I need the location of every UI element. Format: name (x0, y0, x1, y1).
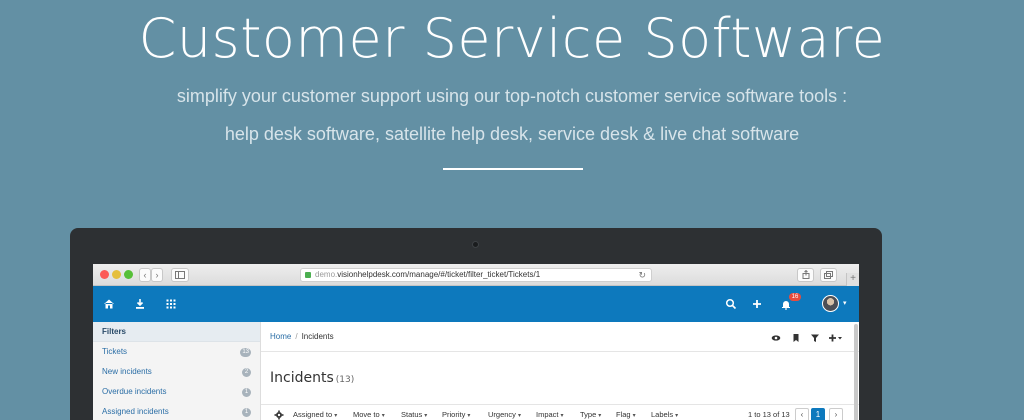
window-close-button[interactable] (100, 270, 109, 279)
pager-page-button[interactable]: 1 (811, 408, 825, 420)
plus-icon[interactable] (750, 297, 764, 311)
hero-title: Customer Service Software (138, 7, 886, 70)
filter-move-to[interactable]: Move to ▾ (353, 405, 385, 420)
laptop-camera (472, 241, 479, 248)
filter-urgency[interactable]: Urgency ▾ (488, 405, 521, 420)
home-icon[interactable] (102, 297, 116, 311)
reload-icon[interactable]: ↻ (638, 269, 646, 281)
browser-toolbar: ‹ › demo.visionhelpdesk.com/manage/#/tic… (93, 264, 859, 286)
add-dropdown-icon[interactable] (828, 333, 842, 343)
filter-type[interactable]: Type ▾ (580, 405, 601, 420)
filters-sidebar: Filters Tickets 13 New incidents 2 Overd… (93, 322, 261, 420)
page-title: Incidents (13) (270, 370, 354, 386)
chevron-down-icon[interactable]: ▾ (843, 299, 847, 307)
window-minimize-button[interactable] (112, 270, 121, 279)
share-icon[interactable] (797, 268, 814, 282)
apps-grid-icon[interactable] (164, 297, 178, 311)
sidebar-item-count: 13 (240, 348, 251, 357)
hero-subtitle-line1: simplify your customer support using our… (176, 86, 848, 106)
sidebar-item-count: 1 (242, 388, 251, 397)
hero-divider (443, 168, 583, 170)
notification-badge: 16 (789, 293, 801, 301)
sidebar-item-tickets[interactable]: Tickets 13 (93, 342, 260, 362)
lock-icon (305, 272, 311, 278)
sidebar-item-count: 2 (242, 368, 251, 377)
breadcrumb: Home / Incidents (261, 322, 859, 352)
pager-next-button[interactable]: › (829, 408, 843, 420)
filter-impact[interactable]: Impact ▾ (536, 405, 564, 420)
sidebar-item-label: Tickets (102, 347, 128, 356)
browser-back-button[interactable]: ‹ (139, 268, 151, 282)
filter-labels[interactable]: Labels ▾ (651, 405, 678, 420)
laptop-screen: ‹ › demo.visionhelpdesk.com/manage/#/tic… (93, 264, 859, 420)
sidebar-item-new-incidents[interactable]: New incidents 2 (93, 362, 260, 382)
hero-subtitle-line2: help desk software, satellite help desk,… (224, 124, 800, 144)
main-content: Home / Incidents Incidents (13) Assigned to… (261, 322, 859, 420)
url-path: visionhelpdesk.com/manage/#/ticket/filte… (337, 270, 541, 279)
sidebar-item-label: Overdue incidents (102, 387, 167, 396)
filter-priority[interactable]: Priority ▾ (442, 405, 470, 420)
breadcrumb-separator: / (295, 332, 298, 341)
pager-text: 1 to 13 of 13 (748, 410, 790, 419)
page-title-count: (13) (335, 375, 355, 385)
eye-icon[interactable] (771, 333, 781, 343)
breadcrumb-current: Incidents (301, 332, 334, 341)
app-header: 16 ▾ (93, 286, 859, 322)
sidebar-item-count: 1 (242, 408, 251, 417)
page-title-text: Incidents (270, 370, 334, 386)
new-tab-button[interactable]: + (846, 273, 859, 286)
sidebar-item-label: New incidents (102, 367, 152, 376)
scrollbar[interactable] (854, 324, 858, 420)
breadcrumb-home-link[interactable]: Home (270, 332, 291, 341)
search-icon[interactable] (724, 297, 738, 311)
filter-flag[interactable]: Flag ▾ (616, 405, 636, 420)
tabs-overview-icon[interactable] (820, 268, 837, 282)
sidebar-title: Filters (93, 322, 260, 342)
filter-icon[interactable] (810, 333, 820, 343)
filter-assigned-to[interactable]: Assigned to ▾ (293, 405, 337, 420)
avatar[interactable] (822, 295, 839, 312)
url-host: demo. (315, 270, 338, 279)
window-zoom-button[interactable] (124, 270, 133, 279)
sidebar-item-label: Assigned incidents (102, 407, 169, 416)
sidebar-toggle-icon[interactable] (171, 268, 189, 282)
gear-icon[interactable] (274, 410, 284, 420)
pager-prev-button[interactable]: ‹ (795, 408, 809, 420)
sidebar-item-overdue-incidents[interactable]: Overdue incidents 1 (93, 382, 260, 402)
filter-status[interactable]: Status ▾ (401, 405, 427, 420)
browser-forward-button[interactable]: › (151, 268, 163, 282)
download-icon[interactable] (133, 297, 147, 311)
address-bar[interactable]: demo.visionhelpdesk.com/manage/#/ticket/… (300, 268, 652, 282)
filter-toolbar: Assigned to ▾ Move to ▾ Status ▾ Priority ▾ … (261, 404, 859, 420)
bookmark-icon[interactable] (791, 333, 801, 343)
sidebar-item-assigned-incidents[interactable]: Assigned incidents 1 (93, 402, 260, 420)
